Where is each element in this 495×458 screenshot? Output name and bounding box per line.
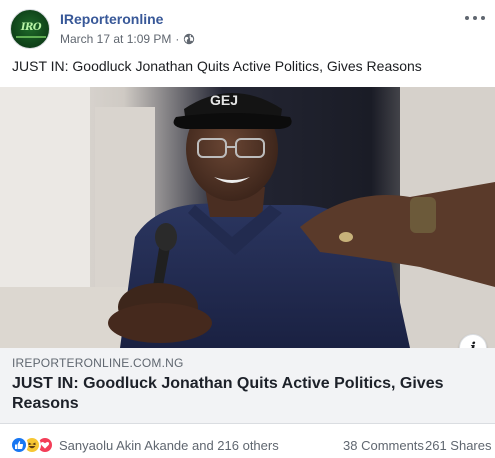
- avatar-logo-underline: [16, 36, 46, 38]
- post-text: JUST IN: Goodluck Jonathan Quits Active …: [12, 58, 422, 74]
- link-preview-image[interactable]: GEJ: [0, 87, 495, 348]
- facebook-post: IRO IReporteronline March 17 at 1:09 PM …: [0, 0, 495, 458]
- link-title[interactable]: JUST IN: Goodluck Jonathan Quits Active …: [12, 374, 482, 414]
- avatar-logo: IRO: [20, 22, 42, 33]
- reactions-summary[interactable]: Sanyaolu Akin Akande and 216 others: [10, 436, 279, 454]
- hat-text: GEJ: [210, 92, 238, 108]
- link-preview[interactable]: IREPORTERONLINE.COM.NG JUST IN: Goodluck…: [0, 348, 495, 424]
- page-avatar[interactable]: IRO: [10, 9, 50, 49]
- post-timestamp[interactable]: March 17 at 1:09 PM: [60, 32, 171, 46]
- globe-icon[interactable]: [183, 33, 195, 45]
- shares-count[interactable]: 261 Shares: [425, 438, 492, 453]
- reactors-text[interactable]: Sanyaolu Akin Akande and 216 others: [59, 438, 279, 453]
- more-dot: [481, 16, 485, 20]
- comments-count[interactable]: 38 Comments: [343, 438, 424, 453]
- more-dot: [473, 16, 477, 20]
- meta-separator: ·: [175, 32, 180, 46]
- page-name-link[interactable]: IReporteronline: [60, 11, 163, 27]
- post-meta: March 17 at 1:09 PM ·: [60, 32, 195, 46]
- link-domain: IREPORTERONLINE.COM.NG: [12, 356, 184, 370]
- photo-illustration: GEJ: [0, 87, 495, 348]
- more-options-icon[interactable]: [465, 10, 485, 26]
- like-icon: [10, 436, 28, 454]
- more-dot: [465, 16, 469, 20]
